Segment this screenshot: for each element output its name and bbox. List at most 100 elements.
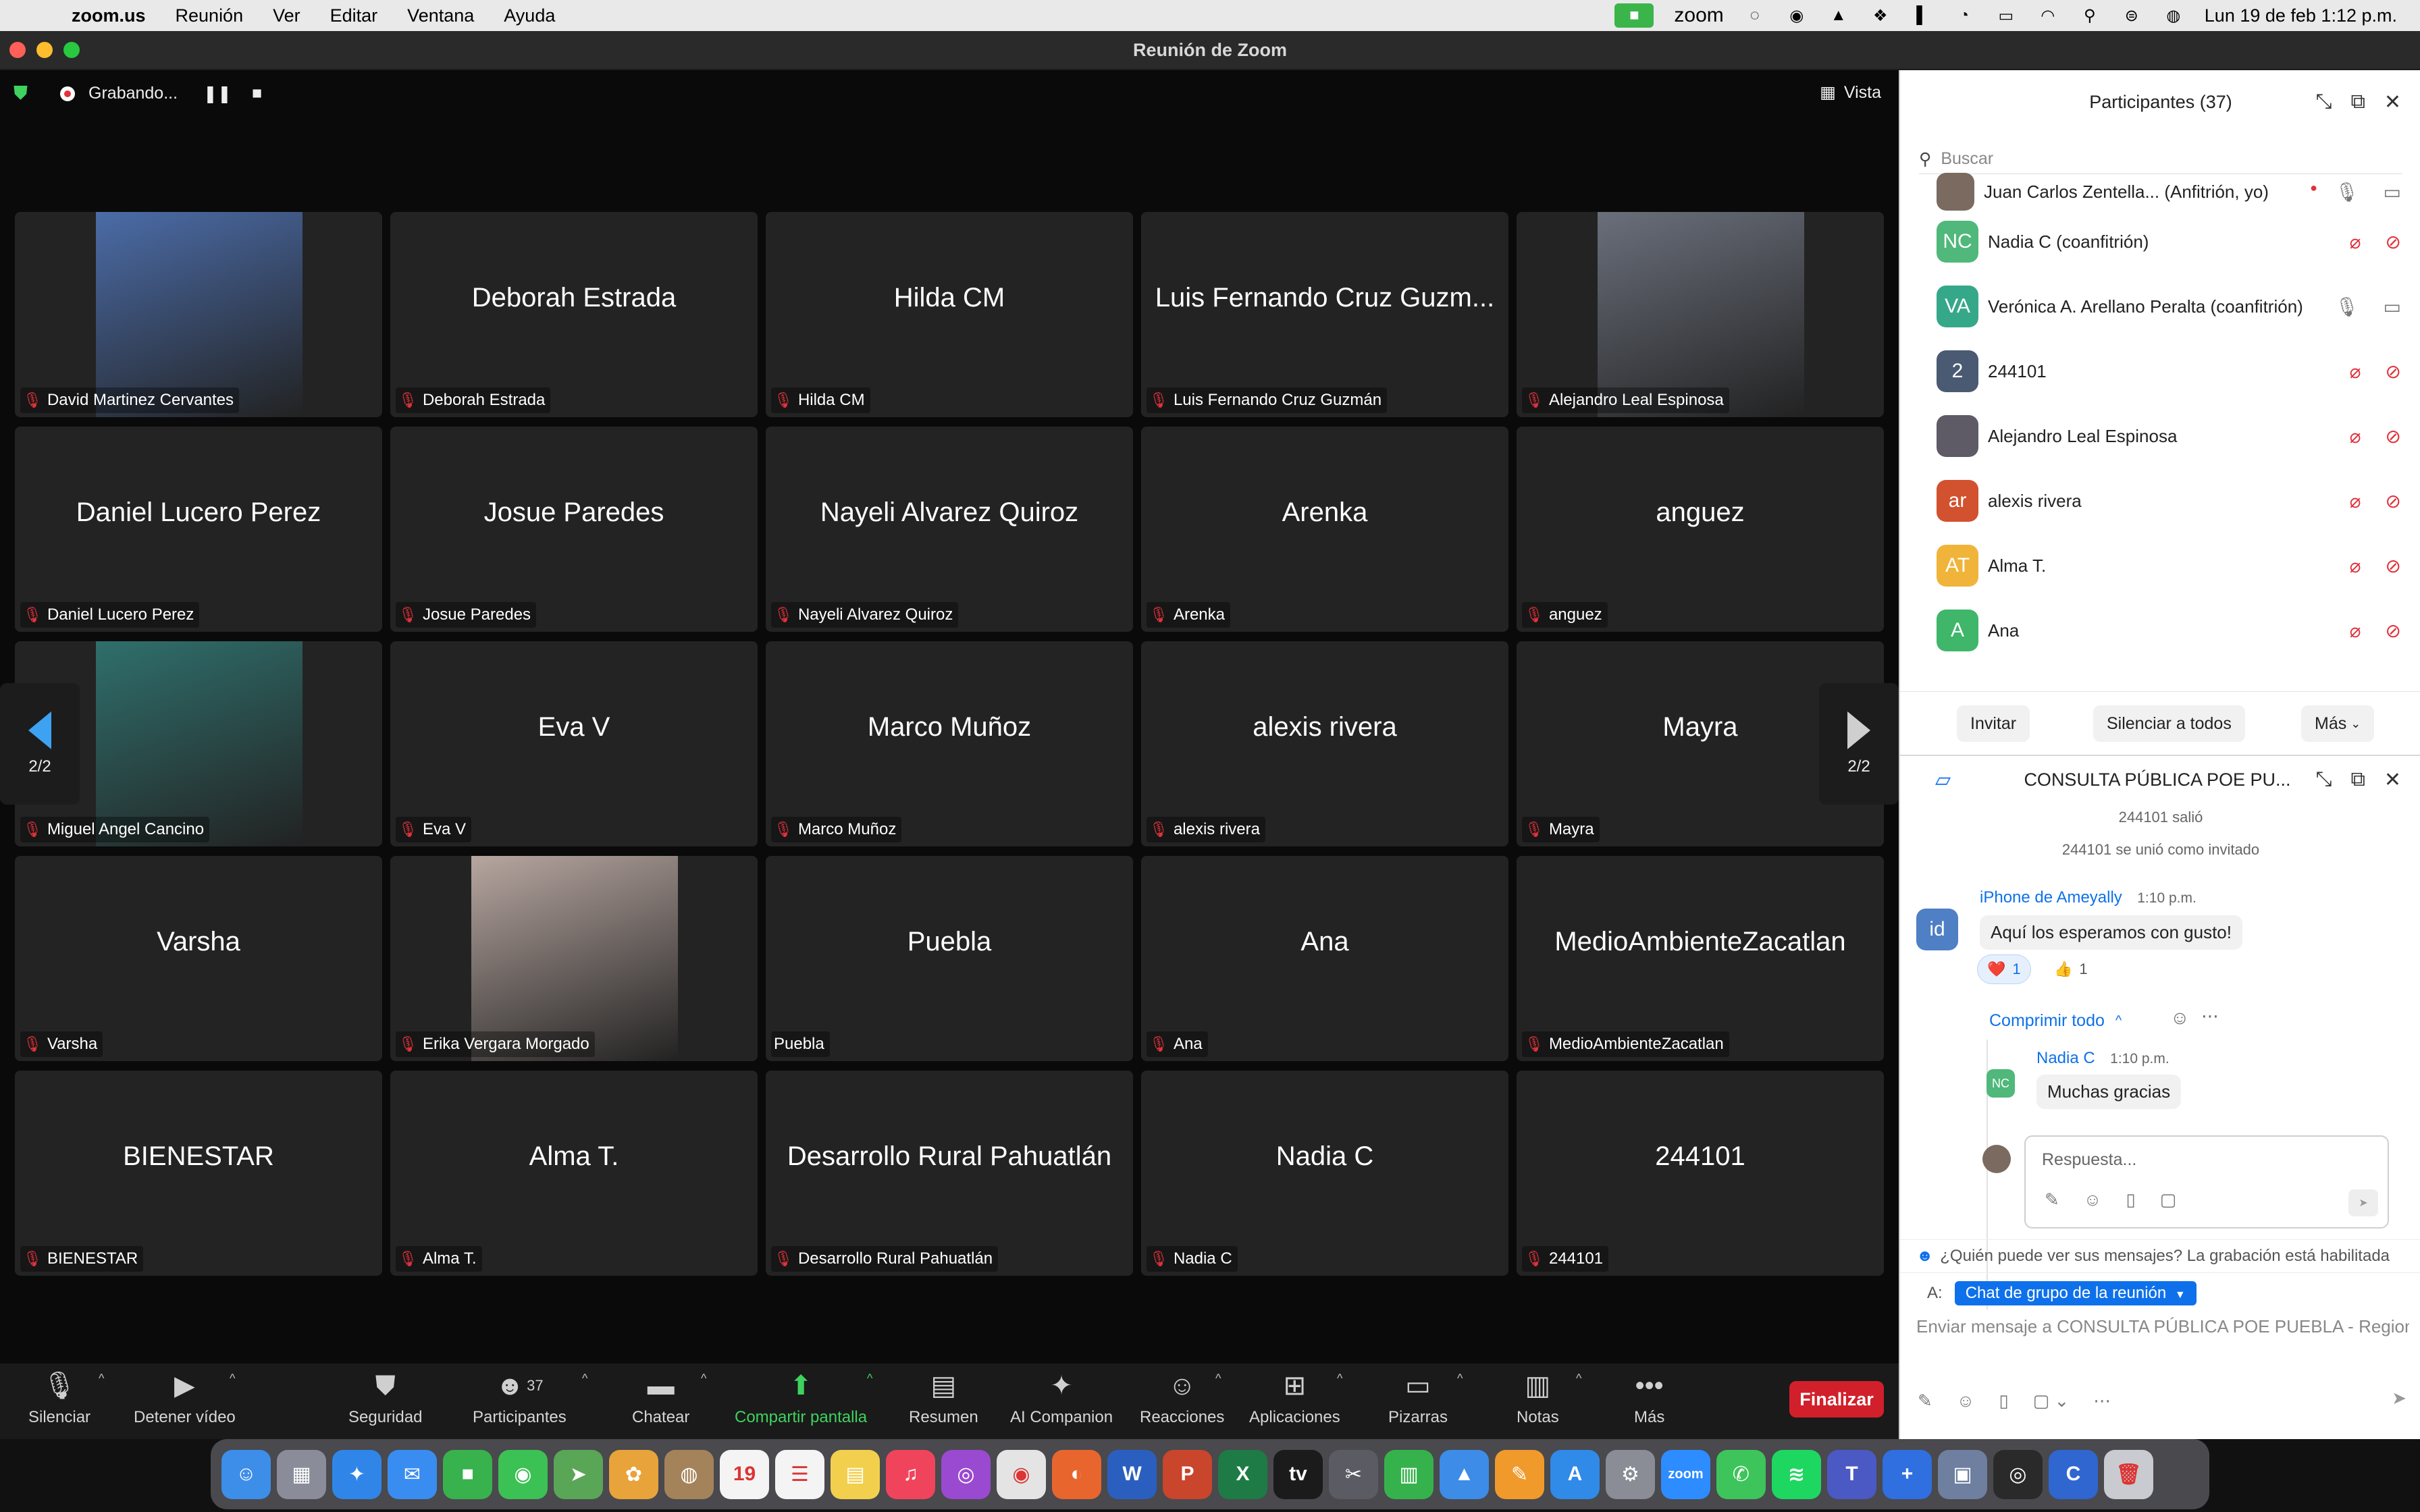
muted-mic-icon[interactable]: ⌀ xyxy=(2350,231,2361,253)
send-icon[interactable]: ➤ xyxy=(2392,1388,2406,1409)
aperture-icon[interactable]: ◎ xyxy=(1993,1449,2043,1499)
menu-ayuda[interactable]: Ayuda xyxy=(504,5,555,26)
participant-tile[interactable]: 🎙 Erika Vergara Morgado xyxy=(390,856,758,1061)
recipient-dropdown[interactable]: Chat de grupo de la reunión ▼ xyxy=(1954,1281,2197,1305)
view-button[interactable]: ▦ Vista xyxy=(1820,82,1881,103)
close-icon[interactable]: ✕ xyxy=(2384,90,2401,114)
zoom-menubar-label[interactable]: zoom xyxy=(1674,4,1723,27)
menu-ventana[interactable]: Ventana xyxy=(407,5,474,26)
ai-companion-button[interactable]: ✦ AI Companion xyxy=(1010,1370,1113,1427)
spotify-icon[interactable]: ≋ xyxy=(1772,1449,1821,1499)
notes-icon[interactable]: ▤ xyxy=(831,1449,880,1499)
participant-tile[interactable]: alexis rivera 🎙 alexis rivera xyxy=(1141,641,1508,846)
mic-icon[interactable]: 🎙 xyxy=(2335,296,2359,318)
next-page-button[interactable]: 2/2 xyxy=(1819,683,1899,805)
apps-button[interactable]: ⊞ Aplicaciones xyxy=(1249,1370,1340,1427)
message-bubble[interactable]: Aquí los esperamos con gusto! xyxy=(1980,915,2242,950)
contacts-icon[interactable]: ◍ xyxy=(664,1449,714,1499)
muted-mic-icon[interactable]: ⌀ xyxy=(2350,360,2361,383)
pause-recording-icon[interactable]: ❚❚ xyxy=(203,84,232,104)
video-off-icon[interactable]: ⊘ xyxy=(2386,555,2401,577)
numbers-icon[interactable]: ▥ xyxy=(1384,1449,1433,1499)
compose-file-icon[interactable]: ▯ xyxy=(1999,1390,2008,1411)
more-options-icon[interactable]: ⋯ xyxy=(2201,1006,2219,1027)
chat-popout-icon[interactable]: ⧉ xyxy=(2350,768,2365,792)
siri-icon[interactable]: ◍ xyxy=(2163,7,2184,25)
participant-tile[interactable]: Josue Paredes 🎙 Josue Paredes xyxy=(390,427,758,632)
participant-tile[interactable]: 🎙 Alejandro Leal Espinosa xyxy=(1517,212,1884,417)
share-options-caret[interactable]: ^ xyxy=(867,1372,872,1386)
who-can-see-bar[interactable]: ☻ ¿Quién puede ver sus mensajes? La grab… xyxy=(1900,1239,2420,1273)
muted-mic-icon[interactable]: ⌀ xyxy=(2350,555,2361,577)
message-input[interactable]: Enviar mensaje a CONSULTA PÚBLICA POE PU… xyxy=(1916,1316,2409,1337)
music-icon[interactable]: ♫ xyxy=(886,1449,935,1499)
prev-page-button[interactable]: 2/2 xyxy=(0,683,80,805)
participant-tile[interactable]: 🎙 David Martinez Cervantes xyxy=(15,212,382,417)
menu-app-name[interactable]: zoom.us xyxy=(72,5,146,26)
reply-sender-name[interactable]: Nadia C xyxy=(2036,1049,2095,1067)
participant-tile[interactable]: Daniel Lucero Perez 🎙 Daniel Lucero Perez xyxy=(15,427,382,632)
whatsapp-icon[interactable]: ✆ xyxy=(1716,1449,1766,1499)
appstore-icon[interactable]: A xyxy=(1550,1449,1600,1499)
sandbox-icon[interactable]: ▲ xyxy=(1828,6,1849,24)
reactions-options-caret[interactable]: ^ xyxy=(1215,1372,1221,1386)
summary-button[interactable]: ▤ Resumen xyxy=(909,1370,978,1427)
participant-search[interactable]: ⚲ Buscar xyxy=(1919,144,2402,174)
chrome-icon[interactable]: ◉ xyxy=(997,1449,1046,1499)
dropbox-icon[interactable]: ❖ xyxy=(1870,7,1891,25)
video-icon[interactable]: ▭ xyxy=(2384,296,2401,318)
reply-input-box[interactable]: Respuesta... ✎ ☺ ▯ ▢ ➤ xyxy=(2024,1135,2389,1228)
chat-button[interactable]: ▬ Chatear xyxy=(632,1370,689,1427)
facetime-icon[interactable]: ■ xyxy=(443,1449,492,1499)
security-button[interactable]: ⛊ Seguridad xyxy=(348,1370,422,1427)
whiteboards-button[interactable]: ▭ Pizarras xyxy=(1388,1370,1448,1427)
muted-mic-icon[interactable]: ⌀ xyxy=(2350,490,2361,512)
menu-reunion[interactable]: Reunión xyxy=(176,5,244,26)
excel-icon[interactable]: X xyxy=(1218,1449,1267,1499)
mute-options-caret[interactable]: ^ xyxy=(99,1372,104,1386)
format-icon[interactable]: ✎ xyxy=(2045,1189,2059,1210)
participant-tile[interactable]: 244101 🎙 244101 xyxy=(1517,1071,1884,1276)
more-button[interactable]: ••• Más xyxy=(1634,1370,1664,1427)
spotlight-icon[interactable]: ⚲ xyxy=(2079,7,2101,25)
muted-mic-icon[interactable]: ⌀ xyxy=(2350,620,2361,642)
reply-bubble[interactable]: Muchas gracias xyxy=(2036,1075,2182,1109)
participant-tile[interactable]: Eva V 🎙 Eva V xyxy=(390,641,758,846)
participant-row[interactable]: Juan Carlos Zentella... (Anfitrión, yo) ●… xyxy=(1900,173,2420,211)
participant-tile[interactable]: Puebla Puebla xyxy=(766,856,1133,1061)
zoom-status-icon[interactable]: ■ xyxy=(1614,3,1654,28)
trash-icon[interactable]: 🗑 xyxy=(2104,1449,2153,1499)
notes-options-caret[interactable]: ^ xyxy=(1576,1372,1581,1386)
compose-format-icon[interactable]: ✎ xyxy=(1918,1390,1932,1411)
apps-options-caret[interactable]: ^ xyxy=(1337,1372,1342,1386)
circle-app-icon[interactable]: ◉ xyxy=(1786,7,1808,25)
participant-row[interactable]: Alejandro Leal Espinosa ⌀ ⊘ xyxy=(1900,404,2420,468)
powerpoint-icon[interactable]: P xyxy=(1163,1449,1212,1499)
participant-row[interactable]: NC Nadia C (coanfitrión) ⌀ ⊘ xyxy=(1900,209,2420,274)
invite-button[interactable]: Invitar xyxy=(1957,705,2030,742)
participants-options-caret[interactable]: ^ xyxy=(582,1372,587,1386)
keynote-icon[interactable]: ▲ xyxy=(1440,1449,1489,1499)
control-center-icon[interactable]: ⊜ xyxy=(2121,7,2142,25)
compose-more-icon[interactable]: ⋯ xyxy=(2093,1390,2111,1411)
podcasts-icon[interactable]: ◎ xyxy=(941,1449,991,1499)
safari-icon[interactable]: ✦ xyxy=(332,1449,382,1499)
video-icon[interactable]: ▭ xyxy=(2384,181,2401,203)
participant-tile[interactable]: MedioAmbienteZacatlan 🎙 MedioAmbienteZacat… xyxy=(1517,856,1884,1061)
reminders-icon[interactable]: ☰ xyxy=(775,1449,824,1499)
collapse-icon[interactable]: ⤡ xyxy=(2315,90,2332,114)
participant-row[interactable]: A Ana ⌀ ⊘ xyxy=(1900,598,2420,663)
video-off-icon[interactable]: ⊘ xyxy=(2386,425,2401,448)
reaction-thumbs-up[interactable]: 👍 1 xyxy=(2045,954,2097,984)
stop-recording-icon[interactable]: ■ xyxy=(252,84,262,103)
participant-tile[interactable]: Nayeli Alvarez Quiroz 🎙 Nayeli Alvarez Qui… xyxy=(766,427,1133,632)
stop-video-button[interactable]: ▶ Detener vídeo xyxy=(134,1370,236,1427)
popout-icon[interactable]: ⧉ xyxy=(2350,90,2365,114)
word-icon[interactable]: W xyxy=(1107,1449,1157,1499)
participants-button[interactable]: ☻ 37 Participantes xyxy=(473,1370,567,1427)
battery-icon[interactable]: ▭ xyxy=(1995,7,2017,25)
minimize-window-icon[interactable] xyxy=(36,42,53,58)
send-reply-icon[interactable]: ➤ xyxy=(2348,1189,2378,1216)
pages-icon[interactable]: ✎ xyxy=(1495,1449,1544,1499)
firefox-icon[interactable]: ◐ xyxy=(1052,1449,1101,1499)
